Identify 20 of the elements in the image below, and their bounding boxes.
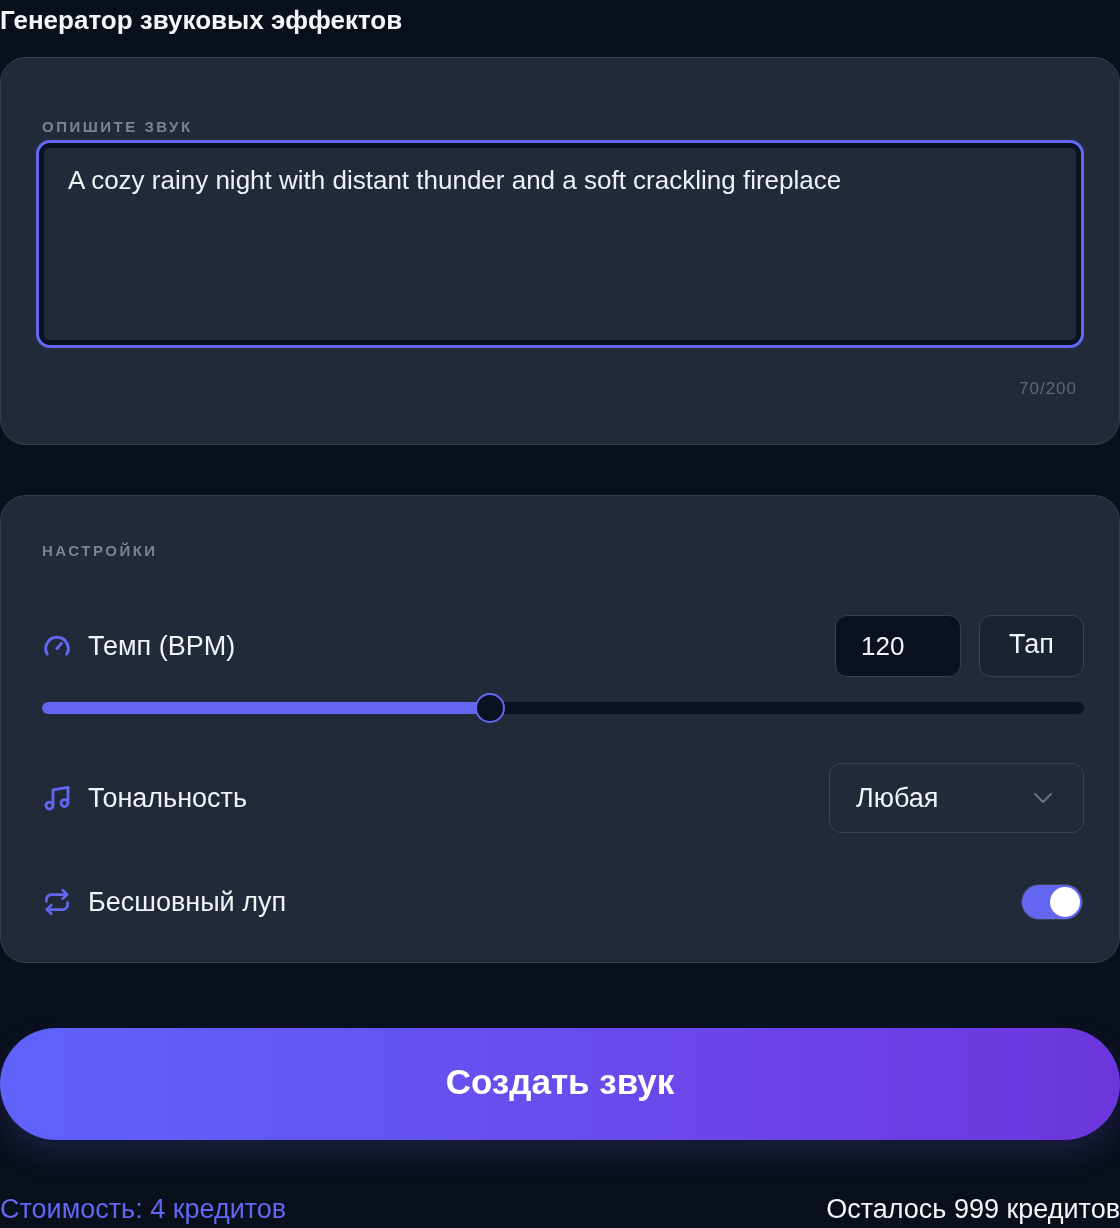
page-title: Генератор звуковых эффектов [0, 4, 404, 37]
generate-button[interactable]: Создать звук [0, 1028, 1120, 1140]
chevron-down-icon [1033, 792, 1053, 804]
prompt-field[interactable]: A cozy rainy night with distant thunder and a soft crackling fireplace [36, 140, 1084, 348]
cost-text: Стоимость: 4 кредитов [0, 1194, 287, 1224]
field-label: ОПИШИТЕ ЗВУК [42, 118, 193, 136]
repeat-icon [42, 887, 72, 917]
music-note-icon [42, 783, 72, 813]
tempo-slider[interactable] [42, 693, 1084, 723]
bpm-input[interactable]: 120 [835, 615, 961, 677]
section-heading: НАСТРОЙКИ [42, 542, 158, 560]
loop-toggle[interactable] [1021, 884, 1083, 920]
setting-label: Темп (BPM) [88, 630, 236, 663]
remaining-credits-text: Осталось 999 кредитов [826, 1194, 1120, 1224]
key-dropdown[interactable]: Любая [829, 763, 1084, 833]
tap-button[interactable]: Тап [979, 615, 1084, 677]
character-counter: 70/200 [1019, 379, 1077, 399]
slider-thumb[interactable] [475, 693, 506, 723]
setting-label: Тональность [88, 782, 247, 815]
setting-label: Бесшовный луп [88, 886, 287, 919]
